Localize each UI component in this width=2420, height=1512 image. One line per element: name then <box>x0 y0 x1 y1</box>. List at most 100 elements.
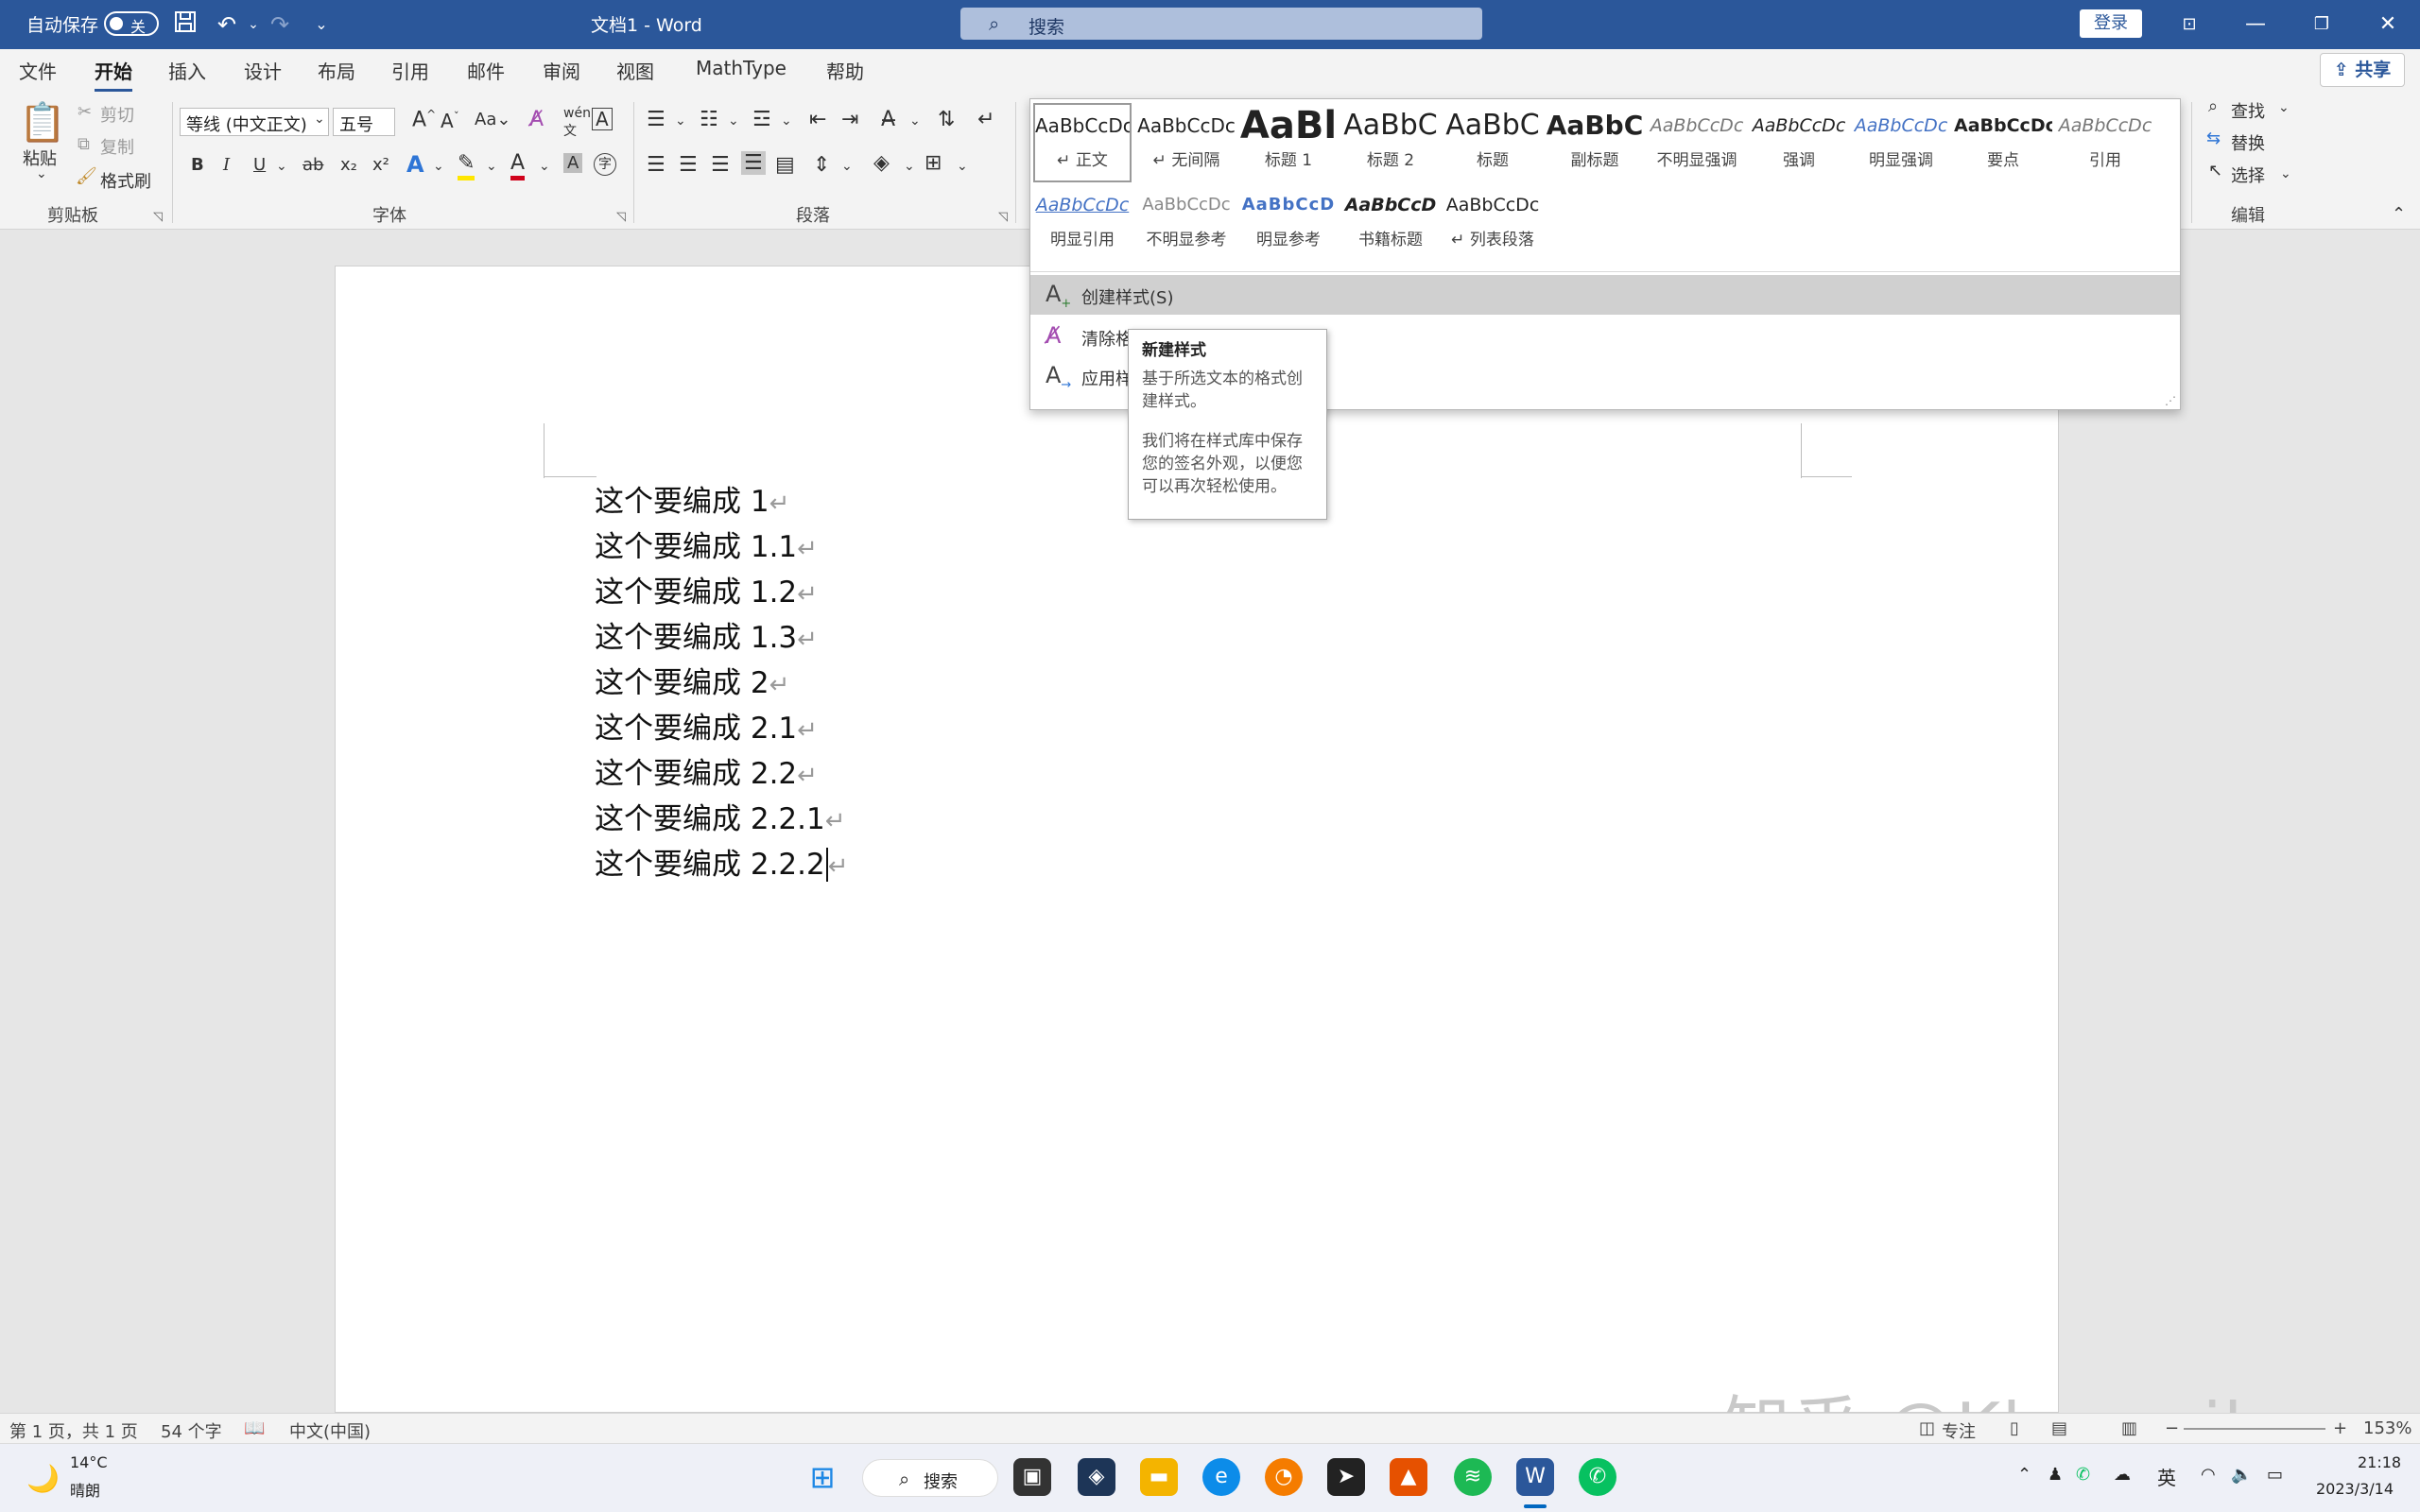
paragraph-line[interactable]: 这个要编成 2↵ <box>595 659 789 701</box>
language-status[interactable]: 中文(中国) <box>289 1418 371 1443</box>
decrease-indent-icon[interactable]: ⇤ <box>809 108 826 131</box>
save-icon[interactable] <box>170 9 200 40</box>
wechat-tray-icon[interactable]: ✆ <box>2076 1465 2090 1485</box>
zoom-out-icon[interactable]: − <box>2165 1418 2179 1438</box>
find-label[interactable]: 查找 <box>2231 98 2265 123</box>
edge-icon[interactable]: e <box>1202 1458 1240 1496</box>
paste-icon[interactable]: 📋 <box>19 100 66 145</box>
paragraph-line[interactable]: 这个要编成 1.1↵ <box>595 523 818 565</box>
resize-grip-icon[interactable]: ⋰ <box>2165 394 2176 407</box>
tab-view[interactable]: 视图 <box>616 57 654 84</box>
tray-overflow-icon[interactable]: ⌃ <box>2017 1465 2031 1485</box>
redo-icon[interactable]: ↷ <box>265 9 295 40</box>
send-app-icon[interactable]: ➤ <box>1327 1458 1365 1496</box>
file-explorer-icon[interactable]: ▬ <box>1140 1458 1178 1496</box>
style-quote[interactable]: AaBbCcDc 引用 <box>2056 105 2154 170</box>
sort-icon[interactable]: ⇅ <box>938 108 955 131</box>
distributed-icon[interactable]: ▤ <box>775 153 795 177</box>
web-layout-icon[interactable]: ▥ <box>2121 1418 2137 1438</box>
select-dropdown-icon[interactable]: ⌄ <box>2280 166 2291 181</box>
justify-icon[interactable]: ☰ <box>741 151 766 175</box>
multilevel-dropdown-icon[interactable]: ⌄ <box>781 113 792 129</box>
asian-layout-dropdown-icon[interactable]: ⌄ <box>909 113 921 129</box>
focus-icon[interactable]: ◫ <box>1919 1418 1935 1438</box>
virtualbox-icon[interactable]: ◈ <box>1078 1458 1115 1496</box>
clock-time[interactable]: 21:18 <box>2358 1453 2401 1471</box>
word-count[interactable]: 54 个字 <box>161 1418 222 1443</box>
login-button[interactable]: 登录 <box>2080 9 2142 38</box>
ribbon-display-icon[interactable]: ⊡ <box>2170 8 2208 42</box>
style-strong[interactable]: AaBbCcDc 要点 <box>1954 105 2052 170</box>
matlab-icon[interactable]: ▲ <box>1390 1458 1427 1496</box>
style-normal[interactable]: AaBbCcDc ↵ 正文 <box>1033 103 1132 182</box>
find-dropdown-icon[interactable]: ⌄ <box>2278 100 2290 115</box>
text-effects-button[interactable]: A <box>406 151 424 178</box>
strikethrough-button[interactable]: ab <box>302 155 323 175</box>
find-icon[interactable]: ⌕ <box>2208 96 2218 116</box>
grow-font-icon[interactable]: A^ <box>412 108 436 131</box>
print-layout-icon[interactable]: ▤ <box>2051 1418 2067 1438</box>
align-right-icon[interactable]: ☰ <box>711 153 730 177</box>
page-count[interactable]: 第 1 页，共 1 页 <box>9 1418 138 1443</box>
font-color-button[interactable]: A <box>510 151 526 180</box>
cut-icon[interactable]: ✂ <box>78 102 92 122</box>
task-view-icon[interactable]: ▣ <box>1013 1458 1051 1496</box>
numbering-dropdown-icon[interactable]: ⌄ <box>728 113 739 129</box>
paste-dropdown-icon[interactable]: ⌄ <box>36 166 47 181</box>
zoom-in-icon[interactable]: + <box>2333 1418 2347 1438</box>
style-book-title[interactable]: AaBbCcD 书籍标题 <box>1341 184 1440 249</box>
customize-qat-icon[interactable]: ⌄ <box>306 9 337 40</box>
bullets-icon[interactable]: ☰ <box>647 108 666 131</box>
multilevel-list-icon[interactable]: ☲ <box>752 108 771 131</box>
weather-desc[interactable]: 晴朗 <box>70 1478 100 1501</box>
wifi-icon[interactable]: ◠ <box>2201 1465 2216 1485</box>
replace-label[interactable]: 替换 <box>2231 130 2265 155</box>
numbering-icon[interactable]: ☷ <box>700 108 718 131</box>
clock-date[interactable]: 2023/3/14 <box>2316 1480 2394 1498</box>
increase-indent-icon[interactable]: ⇥ <box>841 108 858 131</box>
ime-indicator[interactable]: 英 <box>2157 1463 2176 1490</box>
taskbar-search[interactable]: ⌕ 搜索 <box>862 1459 998 1497</box>
restore-icon[interactable]: ❐ <box>2303 8 2341 42</box>
italic-button[interactable]: I <box>223 155 230 175</box>
font-size-combo[interactable]: 五号 <box>333 108 395 136</box>
character-border-icon[interactable]: A <box>592 108 613 130</box>
style-list-paragraph[interactable]: AaBbCcDc ↵ 列表段落 <box>1443 184 1542 249</box>
clipboard-launcher-icon[interactable]: ◹ <box>153 210 163 224</box>
bold-button[interactable]: B <box>191 155 204 175</box>
align-center-icon[interactable]: ☰ <box>679 153 698 177</box>
close-icon[interactable]: ✕ <box>2369 8 2407 42</box>
style-intense-reference[interactable]: AaBbCcD 明显参考 <box>1239 184 1338 249</box>
tab-mailings[interactable]: 邮件 <box>467 57 505 84</box>
phonetic-guide-icon[interactable]: wén 文 <box>563 106 591 140</box>
format-painter-icon[interactable]: 🖌 <box>76 166 97 186</box>
bullets-dropdown-icon[interactable]: ⌄ <box>675 113 686 129</box>
subscript-button[interactable]: x₂ <box>340 155 357 175</box>
weather-temp[interactable]: 14°C <box>70 1453 108 1471</box>
style-title[interactable]: AaBbC 标题 <box>1443 105 1542 170</box>
paragraph-line[interactable]: 这个要编成 2.1↵ <box>595 704 818 747</box>
share-button[interactable]: ⇪ 共享 <box>2320 53 2405 87</box>
shading-dropdown-icon[interactable]: ⌄ <box>904 159 915 174</box>
proofing-icon[interactable]: 📖 <box>244 1418 265 1438</box>
search-box[interactable]: ⌕ 搜索 <box>960 8 1482 40</box>
line-spacing-icon[interactable]: ⇕ <box>813 153 830 177</box>
copy-icon[interactable]: ⧉ <box>78 134 90 154</box>
autosave-toggle[interactable]: 关 <box>104 11 159 36</box>
tab-design[interactable]: 设计 <box>244 57 282 84</box>
change-case-button[interactable]: Aa⌄ <box>475 110 510 129</box>
wechat-icon[interactable]: ✆ <box>1579 1458 1616 1496</box>
paragraph-line[interactable]: 这个要编成 2.2.2 ↵ <box>595 840 849 883</box>
weather-icon[interactable]: 🌙 <box>26 1463 60 1494</box>
format-painter-label[interactable]: 格式刷 <box>100 168 151 193</box>
paragraph-launcher-icon[interactable]: ◹ <box>998 210 1008 224</box>
show-marks-icon[interactable]: ↵ <box>977 108 994 131</box>
app-icon[interactable]: ◔ <box>1265 1458 1303 1496</box>
style-intense-quote[interactable]: AaBbCcDc 明显引用 <box>1033 184 1132 249</box>
read-mode-icon[interactable]: ▯ <box>2010 1418 2019 1438</box>
tab-help[interactable]: 帮助 <box>826 57 864 84</box>
font-launcher-icon[interactable]: ◹ <box>616 210 626 224</box>
highlight-dropdown-icon[interactable]: ⌄ <box>486 159 497 174</box>
style-intense-emphasis[interactable]: AaBbCcDc 明显强调 <box>1852 105 1950 170</box>
collapse-ribbon-icon[interactable]: ⌃ <box>2392 204 2406 224</box>
